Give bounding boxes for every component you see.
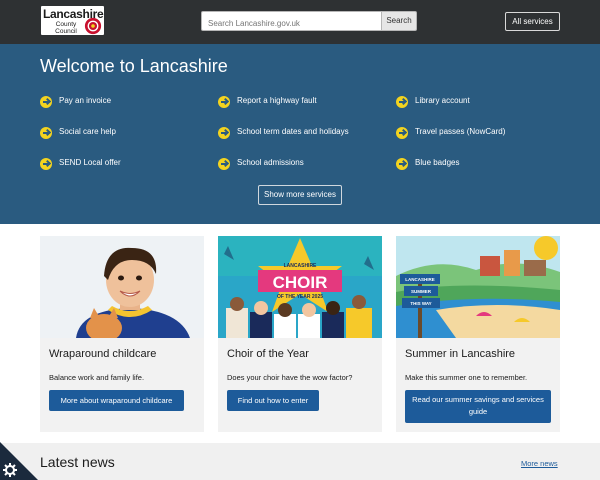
card-description: Make this summer one to remember. [405,373,528,382]
arrow-circle-icon [396,127,408,139]
arrow-circle-icon [218,158,230,170]
find-out-how-to-enter-button[interactable]: Find out how to enter [227,390,319,411]
more-news-link[interactable]: More news [521,459,558,468]
latest-news-section: Latest news More news [0,443,600,480]
logo-subtitle: County Council [55,21,77,35]
card-title: Choir of the Year [227,348,309,360]
sign-text-2: SUMMER [411,289,432,294]
arrow-circle-icon [40,158,52,170]
poster-ribbon-text: OF THE YEAR 2025 [277,294,323,300]
arrow-circle-icon [40,96,52,108]
read-summer-guide-button[interactable]: Read our summer savings and services gui… [405,390,551,423]
card-wraparound-childcare: Wraparound childcare Balance work and fa… [40,236,204,432]
sign-text-1: LANCASHIRE [405,277,435,282]
rose-icon [84,17,102,35]
arrow-circle-icon [218,96,230,108]
settings-gear-icon[interactable] [0,442,38,480]
card-title: Wraparound childcare [49,348,157,360]
search-button[interactable]: Search [381,11,417,31]
arrow-circle-icon [396,158,408,170]
site-header: Lancashire County Council Search All ser… [0,0,600,44]
arrow-circle-icon [218,127,230,139]
poster-small-text: LANCASHIRE [284,263,317,269]
card-description: Does your choir have the wow factor? [227,373,353,382]
child-photo [40,236,204,338]
all-services-button[interactable]: All services [505,12,560,31]
lancashire-logo[interactable]: Lancashire County Council [40,5,105,36]
search-input[interactable] [201,11,382,31]
card-title: Summer in Lancashire [405,348,516,360]
card-summer-in-lancashire: LANCASHIRE SUMMER THIS WAY Summer in Lan… [396,236,560,432]
sign-text-3: THIS WAY [410,301,431,306]
card-choir-of-the-year: LANCASHIRE CHOIR OF THE YEAR 2025 Choir … [218,236,382,432]
poster-choir-text: CHOIR [273,273,328,292]
summer-illustration-image: LANCASHIRE SUMMER THIS WAY [396,236,560,338]
card-description: Balance work and family life. [49,373,145,382]
choir-poster-image: LANCASHIRE CHOIR OF THE YEAR 2025 [218,236,382,338]
arrow-circle-icon [40,127,52,139]
hero-section: Welcome to Lancashire Pay an invoice Rep… [0,44,600,224]
more-about-wraparound-button[interactable]: More about wraparound childcare [49,390,184,411]
arrow-circle-icon [396,96,408,108]
latest-news-heading: Latest news [40,454,115,470]
page-title: Welcome to Lancashire [40,56,228,76]
show-more-services-button[interactable]: Show more services [258,185,342,205]
